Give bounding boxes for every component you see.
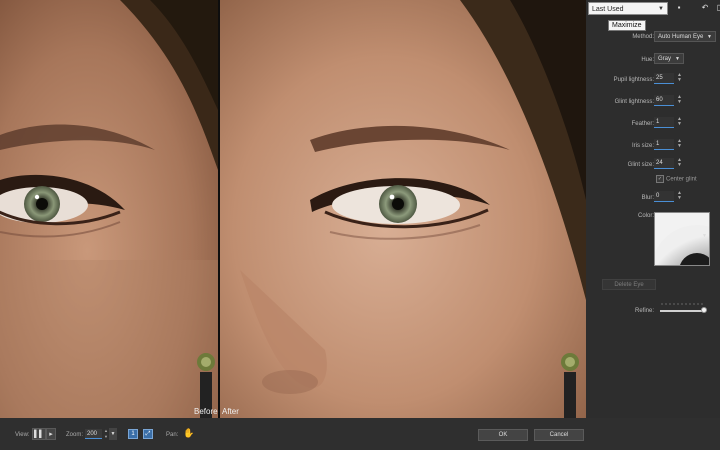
settings-panel: Last Used ▼ ▪ ↶ ▯ Maximize Method: Auto … [586,0,720,418]
checkmark-icon: ✓ [656,175,664,183]
iris-size-label: Iris size: [631,143,654,149]
save-preset-icon[interactable]: ▪ [674,3,684,13]
blur-input[interactable]: 0 [654,191,674,202]
chevron-down-icon: ▼ [675,56,680,62]
preset-dropdown[interactable]: Last Used ▼ [588,2,668,15]
pupil-lightness-label: Pupil lightness: [613,77,654,83]
glint-size-input[interactable]: 24 [654,158,674,169]
hue-dropdown[interactable]: Gray ▼ [654,53,684,64]
delete-eye-button[interactable]: Delete Eye [602,279,656,290]
chevron-right-icon[interactable]: ▸ [46,428,56,440]
glint-size-label: Glint size: [627,162,654,168]
after-photo [220,0,586,418]
iris-size-input[interactable]: 1 [654,139,674,150]
preset-value: Last Used [592,6,624,13]
zoom-label: Zoom: [66,432,84,438]
view-label: View: [15,432,30,438]
cancel-button[interactable]: Cancel [534,429,584,441]
maximize-tooltip: Maximize [608,20,646,31]
chevron-down-icon[interactable]: ▼ [702,233,707,239]
center-glint-checkbox[interactable]: ✓ Center glint [656,175,697,183]
pan-label: Pan: [166,432,179,438]
feather-label: Feather: [631,121,654,127]
glint-size-stepper[interactable]: ▲ ▼ [676,158,683,169]
refine-label: Refine: [634,308,654,314]
feather-input[interactable]: 1 [654,117,674,128]
actual-size-icon[interactable]: 1 [128,429,138,439]
iris-size-stepper[interactable]: ▲ ▼ [676,139,683,150]
after-label: After [222,407,239,416]
color-label: Color: [637,213,654,219]
zoom-dropdown-icon[interactable]: ▼ [109,428,117,440]
bottom-toolbar: View: ▌▌ ▸ Zoom: 200 ▲ ▼ ▼ 1 ⤢ Pan: ✋ OK … [0,418,720,450]
center-glint-label: Center glint [666,176,697,183]
preview-area[interactable]: Before After [0,0,586,418]
more-icon[interactable]: ▯ [714,3,720,13]
fit-to-window-icon[interactable]: ⤢ [143,429,153,439]
after-preview[interactable]: After [220,0,586,418]
chevron-down-icon: ▼ [707,34,712,40]
blur-stepper[interactable]: ▲ ▼ [676,191,683,202]
pupil-lightness-input[interactable]: 25 [654,73,674,84]
blur-label: Blur: [641,195,654,201]
chevron-down-icon: ▼ [658,6,664,12]
pupil-lightness-stepper[interactable]: ▲ ▼ [676,73,683,84]
before-photo [0,0,218,418]
zoom-input[interactable]: 200 [85,429,102,439]
hue-label: Hue: [641,57,654,63]
method-label: Method: [632,34,654,40]
glint-lightness-stepper[interactable]: ▲ ▼ [676,95,683,106]
ok-button[interactable]: OK [478,429,528,441]
hand-pan-icon[interactable]: ✋ [183,428,194,439]
iris-texture-image [655,213,709,265]
feather-stepper[interactable]: ▲ ▼ [676,117,683,128]
method-dropdown[interactable]: Auto Human Eye ▼ [654,31,716,42]
refine-slider-knob[interactable] [701,307,707,313]
refine-ticks [660,303,704,305]
iris-texture-swatch[interactable] [654,212,710,266]
glint-lightness-label: Glint lightness: [614,99,654,105]
refine-slider-track[interactable] [660,310,704,312]
split-view-icon[interactable]: ▌▌ [32,428,46,440]
before-preview[interactable]: Before [0,0,218,418]
method-value: Auto Human Eye [658,34,704,40]
reset-icon[interactable]: ↶ [700,3,710,13]
glint-lightness-input[interactable]: 60 [654,95,674,106]
before-label: Before [194,407,218,416]
hue-value: Gray [658,56,672,62]
